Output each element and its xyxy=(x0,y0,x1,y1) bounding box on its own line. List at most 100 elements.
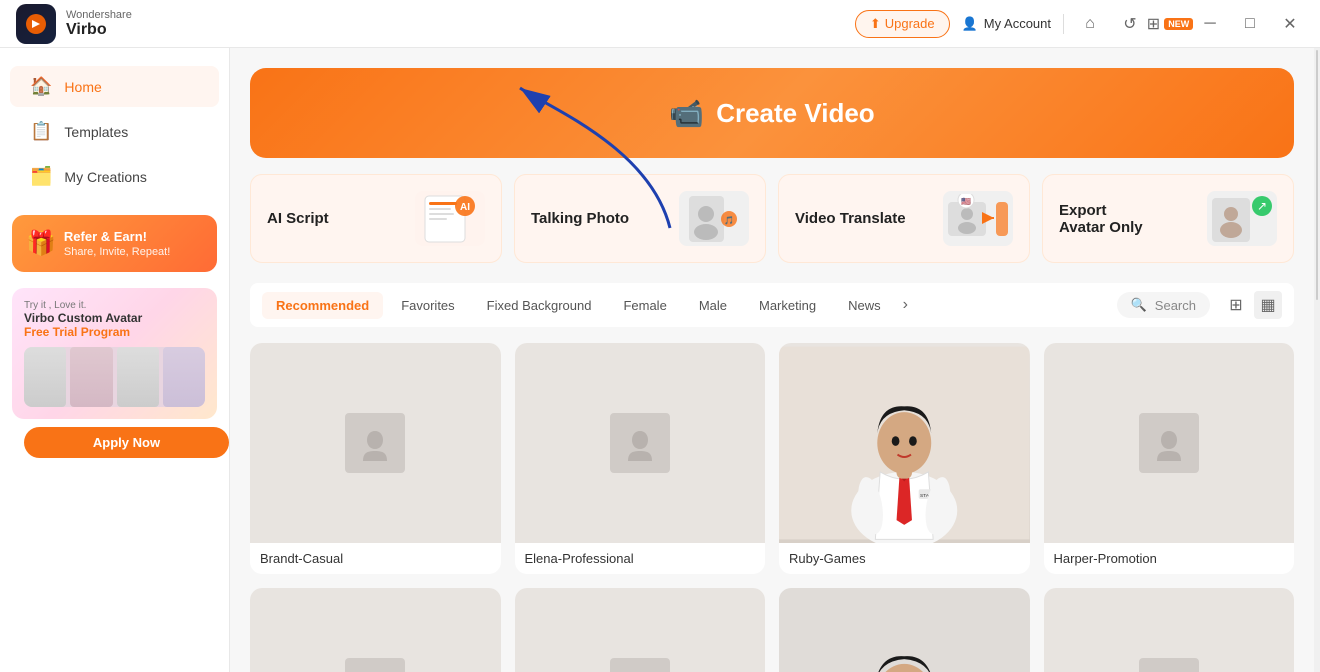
ruby-info: Ruby-Games xyxy=(779,543,1030,574)
svg-text:↗: ↗ xyxy=(1256,199,1266,213)
avatar-card-6[interactable] xyxy=(515,588,766,672)
search-icon: 🔍 xyxy=(1131,297,1147,313)
custom-avatar-promo[interactable]: Try it , Love it. Virbo Custom Avatar Fr… xyxy=(12,288,217,466)
ai-script-image: AI xyxy=(415,191,485,246)
new-badge: NEW xyxy=(1164,18,1193,30)
creations-icon: 🗂️ xyxy=(30,166,52,187)
my-account-label: My Account xyxy=(984,16,1051,31)
scrollbar-thumb[interactable] xyxy=(1316,50,1318,300)
sidebar: 🏠 Home 📋 Templates 🗂️ My Creations 🎁 Ref… xyxy=(0,48,230,672)
export-avatar-label2: Avatar Only xyxy=(1059,219,1143,236)
search-placeholder: Search xyxy=(1155,298,1196,313)
view-icon-list[interactable]: ⊞ xyxy=(1222,291,1250,319)
banner-content: 📹 Create Video xyxy=(669,97,874,130)
harper-name: Harper-Promotion xyxy=(1054,551,1285,566)
avatar-card-brandt[interactable]: Brandt-Casual xyxy=(250,343,501,574)
promo2-title: Virbo Custom Avatar xyxy=(24,311,205,325)
ruby-image: STAFF xyxy=(779,343,1030,543)
brandt-info: Brandt-Casual xyxy=(250,543,501,574)
tab-male[interactable]: Male xyxy=(685,292,741,319)
avatar-card-elena[interactable]: Elena-Professional xyxy=(515,343,766,574)
divider xyxy=(1063,14,1064,34)
home-window-btn[interactable]: ⌂ xyxy=(1076,10,1104,38)
logo-name: Virbo xyxy=(66,21,132,39)
sidebar-templates-label: Templates xyxy=(64,124,128,140)
avatar-card-harper[interactable]: Harper-Promotion xyxy=(1044,343,1295,574)
talking-photo-image: 🎵 xyxy=(679,191,749,246)
elena-name: Elena-Professional xyxy=(525,551,756,566)
elena-info: Elena-Professional xyxy=(515,543,766,574)
minimize-button[interactable]: ─ xyxy=(1196,10,1224,38)
export-avatar-image: ↗ xyxy=(1207,191,1277,246)
video-translate-label: Video Translate xyxy=(795,210,906,227)
promo2-subtitle: Free Trial Program xyxy=(24,325,205,339)
svg-text:🎵: 🎵 xyxy=(724,216,734,225)
avatar5-placeholder xyxy=(345,658,405,672)
history-window-btn[interactable]: ↺ xyxy=(1116,10,1144,38)
create-video-label: Create Video xyxy=(716,98,874,129)
sidebar-creations-label: My Creations xyxy=(64,169,146,185)
avatar-card-5[interactable]: HOT xyxy=(250,588,501,672)
scrollbar[interactable] xyxy=(1314,48,1320,672)
create-video-banner[interactable]: 📹 Create Video xyxy=(250,68,1294,158)
elena-image xyxy=(515,343,766,543)
avatar5-image xyxy=(250,588,501,672)
feature-cards: AI Script AI xyxy=(250,174,1294,263)
tab-fixed-background[interactable]: Fixed Background xyxy=(473,292,606,319)
grid-icon: ⊞ xyxy=(1147,14,1160,34)
ai-script-label: AI Script xyxy=(267,210,329,227)
refer-title: Refer & Earn! xyxy=(64,229,170,244)
home-icon: 🏠 xyxy=(30,76,52,97)
tab-favorites[interactable]: Favorites xyxy=(387,292,468,319)
export-avatar-card[interactable]: Export Avatar Only ↗ xyxy=(1042,174,1294,263)
talking-photo-card[interactable]: Talking Photo 🎵 xyxy=(514,174,766,263)
tab-recommended[interactable]: Recommended xyxy=(262,292,383,319)
ai-script-card[interactable]: AI Script AI xyxy=(250,174,502,263)
grid-window-btn[interactable]: ⊞ NEW xyxy=(1156,10,1184,38)
refer-subtitle: Share, Invite, Repeat! xyxy=(64,246,170,258)
avatar-card-8[interactable] xyxy=(1044,588,1295,672)
svg-text:AI: AI xyxy=(460,202,470,213)
content-area: 📹 Create Video AI Script xyxy=(230,48,1314,672)
avatar8-image xyxy=(1044,588,1295,672)
avatar-card-ruby[interactable]: STAFF Ruby-Games xyxy=(779,343,1030,574)
sidebar-item-templates[interactable]: 📋 Templates xyxy=(10,111,219,152)
video-translate-card[interactable]: Video Translate 🇺🇸 xyxy=(778,174,1030,263)
harper-image xyxy=(1044,343,1295,543)
export-avatar-label: Export xyxy=(1059,202,1143,219)
title-bar: Wondershare Virbo ⬆ Upgrade 👤 My Account… xyxy=(0,0,1320,48)
tab-female[interactable]: Female xyxy=(609,292,680,319)
templates-icon: 📋 xyxy=(30,121,52,142)
sidebar-item-home[interactable]: 🏠 Home xyxy=(10,66,219,107)
create-video-icon: 📹 xyxy=(669,97,704,130)
harper-placeholder xyxy=(1139,413,1199,473)
upgrade-button[interactable]: ⬆ Upgrade xyxy=(855,10,950,38)
upgrade-label: Upgrade xyxy=(885,16,935,31)
tab-news[interactable]: News xyxy=(834,292,895,319)
harper-info: Harper-Promotion xyxy=(1044,543,1295,574)
apply-now-button[interactable]: Apply Now xyxy=(24,427,229,458)
tabs-more-button[interactable]: › xyxy=(903,296,908,314)
refer-earn-promo[interactable]: 🎁 Refer & Earn! Share, Invite, Repeat! xyxy=(12,215,217,272)
title-bar-right: ⬆ Upgrade 👤 My Account ⌂ ↺ ⊞ NEW ─ □ ✕ xyxy=(855,10,1304,38)
sidebar-item-my-creations[interactable]: 🗂️ My Creations xyxy=(10,156,219,197)
ruby-name: Ruby-Games xyxy=(789,551,1020,566)
avatar-grid: Brandt-Casual Elena-Professional xyxy=(250,343,1294,672)
app-logo-icon xyxy=(16,4,56,44)
tab-marketing[interactable]: Marketing xyxy=(745,292,830,319)
logo-area: Wondershare Virbo xyxy=(16,4,855,44)
sidebar-home-label: Home xyxy=(64,79,101,95)
maximize-button[interactable]: □ xyxy=(1236,10,1264,38)
avatar-card-7[interactable] xyxy=(779,588,1030,672)
brandt-placeholder xyxy=(345,413,405,473)
search-tab-input[interactable]: 🔍 Search xyxy=(1117,292,1210,318)
my-account-button[interactable]: 👤 My Account xyxy=(962,16,1051,32)
svg-text:🇺🇸: 🇺🇸 xyxy=(961,197,971,206)
elena-placeholder xyxy=(610,413,670,473)
close-button[interactable]: ✕ xyxy=(1276,10,1304,38)
view-icon-grid[interactable]: ▦ xyxy=(1254,291,1282,319)
video-translate-image: 🇺🇸 xyxy=(943,191,1013,246)
brandt-image xyxy=(250,343,501,543)
main-layout: 🏠 Home 📋 Templates 🗂️ My Creations 🎁 Ref… xyxy=(0,48,1320,672)
refer-icon: 🎁 xyxy=(26,229,56,258)
